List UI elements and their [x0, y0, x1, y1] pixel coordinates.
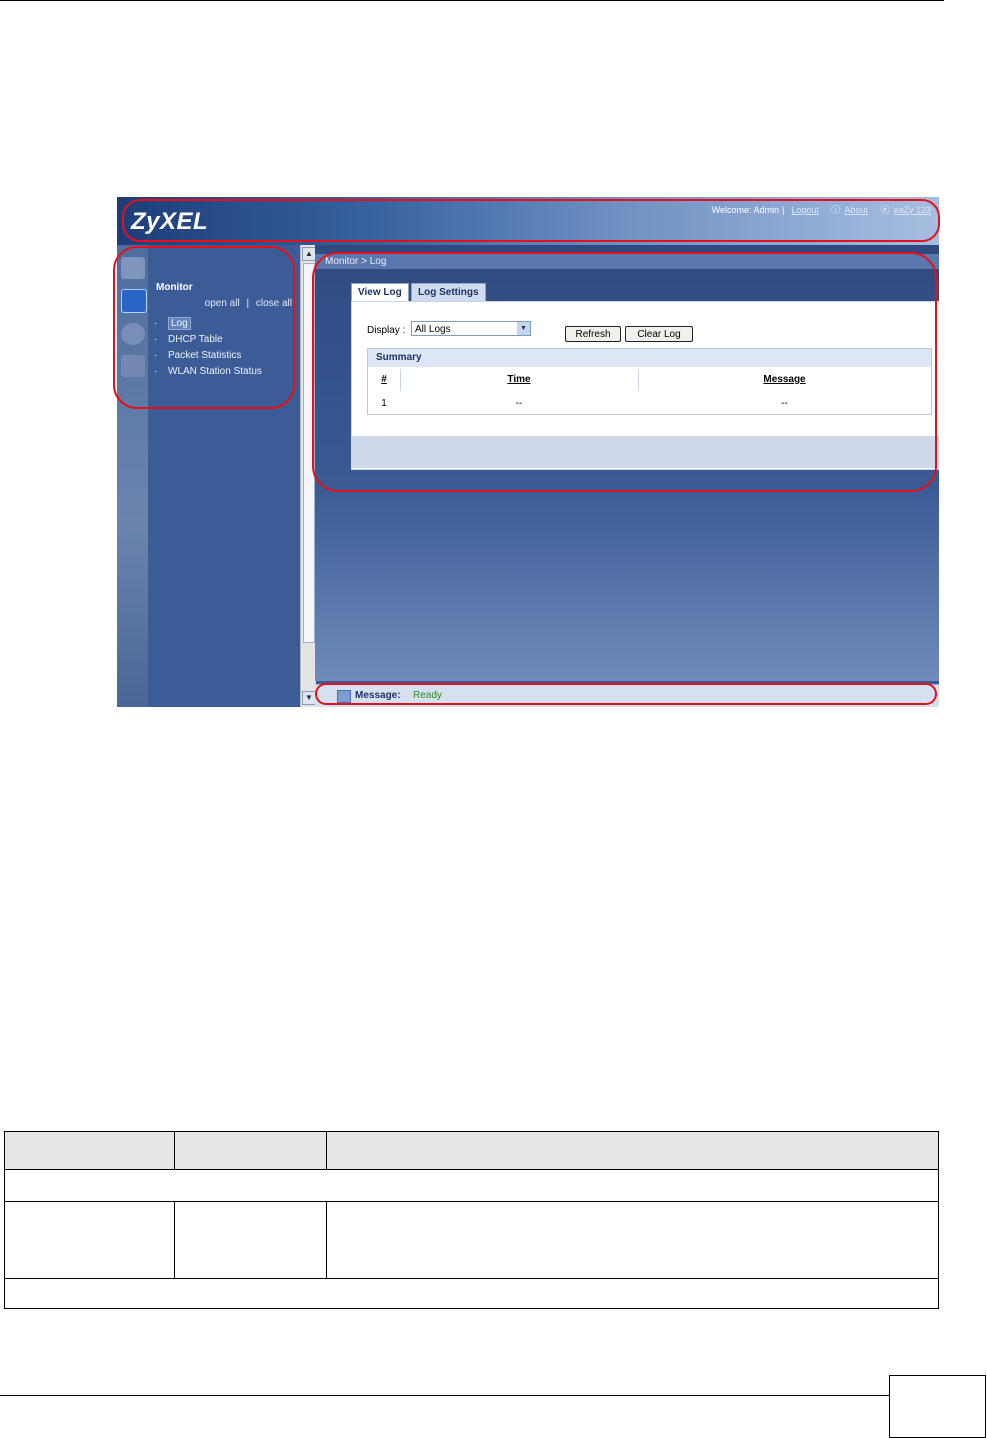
- page-number-box: [889, 1375, 986, 1438]
- column-divider: [326, 1202, 327, 1279]
- table-row: [5, 1170, 938, 1202]
- annotation-title-bar: [122, 199, 940, 242]
- scroll-up-icon[interactable]: ▲: [302, 247, 316, 261]
- annotation-status-bar: [315, 683, 937, 705]
- description-table: [4, 1131, 939, 1309]
- annotation-navigation-panel: [113, 246, 295, 409]
- column-divider: [326, 1132, 327, 1170]
- table-row: [5, 1202, 938, 1279]
- footer-rule: [0, 1395, 889, 1396]
- header-rule: [0, 0, 944, 1]
- scroll-down-icon[interactable]: ▼: [302, 691, 316, 705]
- column-divider: [174, 1202, 175, 1279]
- annotation-main-window: [312, 252, 937, 492]
- table-row: [5, 1132, 938, 1170]
- column-divider: [174, 1132, 175, 1170]
